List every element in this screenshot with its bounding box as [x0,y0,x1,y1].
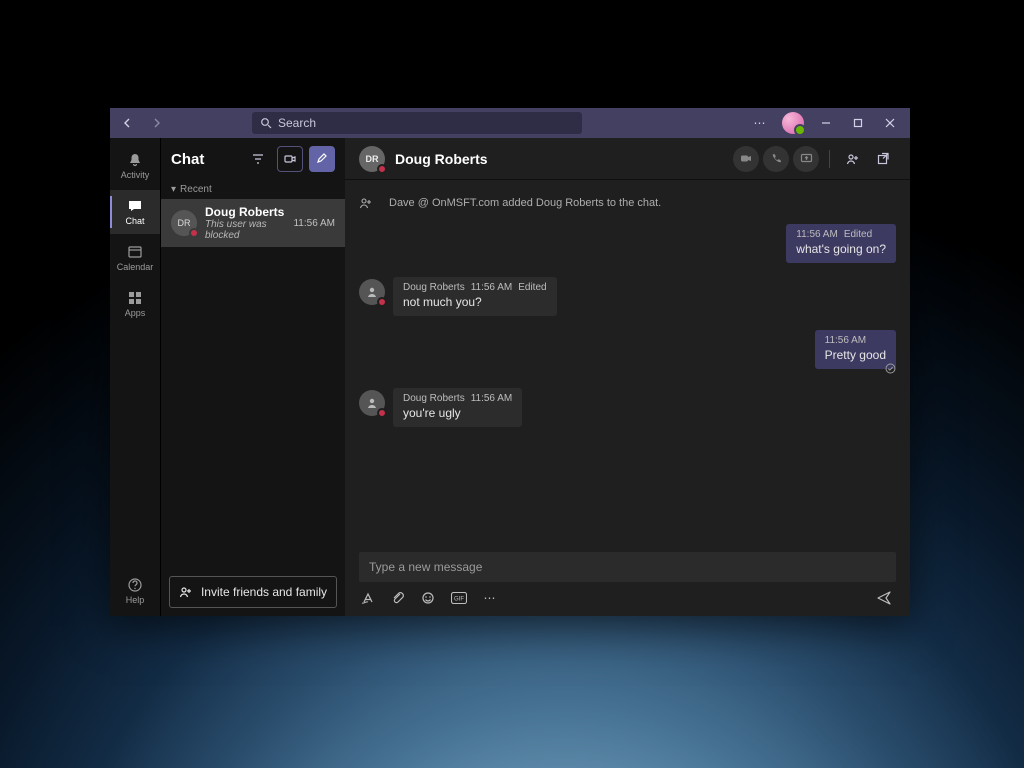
chevron-down-icon: ▾ [171,184,176,195]
sender-name: Doug Roberts [403,282,465,293]
send-button[interactable] [876,590,894,606]
nav-back-button[interactable] [116,111,140,135]
read-receipt-icon [885,363,896,374]
message-incoming: Doug Roberts 11:56 AM you're ugly [359,388,896,427]
section-label-text: Recent [180,184,212,195]
message-bubble[interactable]: 11:56 AM Pretty good [815,330,896,369]
message-time: 11:56 AM [825,335,867,346]
gif-button[interactable]: GIF [451,592,469,604]
sender-avatar [359,279,385,305]
chat-contact-name: Doug Roberts [395,151,488,167]
more-button[interactable]: ⋯ [481,591,499,605]
rail-label: Calendar [117,262,154,272]
contact-avatar: DR [171,210,197,236]
chat-item-preview: This user was blocked [205,219,285,241]
attach-button[interactable] [391,591,409,605]
bell-icon [127,152,143,168]
message-thread[interactable]: Dave @ OnMSFT.com added Doug Roberts to … [345,180,910,544]
sender-name: Doug Roberts [403,393,465,404]
chat-header: DR Doug Roberts [345,138,910,180]
invite-friends-button[interactable]: Invite friends and family [169,576,337,608]
invite-label: Invite friends and family [201,585,327,599]
calendar-icon [127,244,143,260]
video-call-button[interactable] [733,146,759,172]
message-outgoing: 11:56 AM Pretty good [359,330,896,369]
separator [829,150,830,168]
window-close-button[interactable] [876,109,904,137]
edited-label: Edited [518,282,546,293]
chat-item-time: 11:56 AM [293,218,335,229]
rail-chat[interactable]: Chat [110,190,160,234]
format-button[interactable] [361,591,379,605]
chat-list-header: Chat [161,138,345,180]
window-maximize-button[interactable] [844,109,872,137]
teams-window: ⋯ Activity [110,108,910,616]
chat-list-panel: Chat ▾ Recent DR [160,138,345,616]
message-text: you're ugly [403,406,512,420]
system-message-text: Dave @ OnMSFT.com added Doug Roberts to … [389,197,661,209]
app-rail: Activity Chat Calendar Apps [110,138,160,616]
search-input[interactable] [278,116,574,130]
compose-input[interactable] [369,560,886,574]
sender-avatar [359,390,385,416]
rail-calendar[interactable]: Calendar [110,236,160,280]
message-text: what's going on? [796,242,886,256]
message-text: not much you? [403,295,547,309]
message-text: Pretty good [825,348,886,362]
blocked-badge-icon [377,164,387,174]
composer: GIF ⋯ [345,544,910,616]
blocked-badge-icon [377,297,387,307]
add-people-button[interactable] [840,146,866,172]
people-add-icon [179,585,193,599]
more-options-button[interactable]: ⋯ [746,109,774,137]
rail-label: Activity [121,170,150,180]
chat-list-item[interactable]: DR Doug Roberts This user was blocked 11… [161,199,345,247]
message-bubble[interactable]: 11:56 AM Edited what's going on? [786,224,896,263]
nav-forward-button[interactable] [144,111,168,135]
message-outgoing: 11:56 AM Edited what's going on? [359,224,896,263]
emoji-button[interactable] [421,591,439,605]
search-icon [260,117,272,129]
chat-icon [127,198,143,214]
message-time: 11:56 AM [471,282,513,293]
message-time: 11:56 AM [796,229,838,240]
screen-share-button[interactable] [793,146,819,172]
chat-main: DR Doug Roberts [345,138,910,616]
titlebar: ⋯ [110,108,910,138]
people-add-icon [359,196,379,210]
audio-call-button[interactable] [763,146,789,172]
avatar-initials: DR [178,218,191,228]
message-time: 11:56 AM [471,393,513,404]
rail-label: Chat [125,216,144,226]
search-box[interactable] [252,112,582,134]
current-user-avatar[interactable] [782,112,804,134]
panel-title: Chat [171,151,239,168]
message-bubble[interactable]: Doug Roberts 11:56 AM you're ugly [393,388,522,427]
message-bubble[interactable]: Doug Roberts 11:56 AM Edited not much yo… [393,277,557,316]
rail-activity[interactable]: Activity [110,144,160,188]
rail-label: Apps [125,308,146,318]
system-message: Dave @ OnMSFT.com added Doug Roberts to … [359,196,896,210]
help-icon [127,577,143,593]
edited-label: Edited [844,229,872,240]
rail-label: Help [126,595,145,605]
svg-text:GIF: GIF [454,596,464,602]
filter-button[interactable] [245,146,271,172]
blocked-badge-icon [189,228,199,238]
apps-icon [127,290,143,306]
message-incoming: Doug Roberts 11:56 AM Edited not much yo… [359,277,896,316]
window-minimize-button[interactable] [812,109,840,137]
compose-toolbar: GIF ⋯ [359,582,896,606]
compose-box[interactable] [359,552,896,582]
meet-now-button[interactable] [277,146,303,172]
new-chat-button[interactable] [309,146,335,172]
avatar-initials: DR [366,154,379,164]
blocked-badge-icon [377,408,387,418]
chat-item-name: Doug Roberts [205,205,285,219]
pop-out-button[interactable] [870,146,896,172]
recent-section[interactable]: ▾ Recent [161,180,345,199]
header-contact-avatar: DR [359,146,385,172]
rail-help[interactable]: Help [110,566,160,616]
rail-apps[interactable]: Apps [110,282,160,326]
